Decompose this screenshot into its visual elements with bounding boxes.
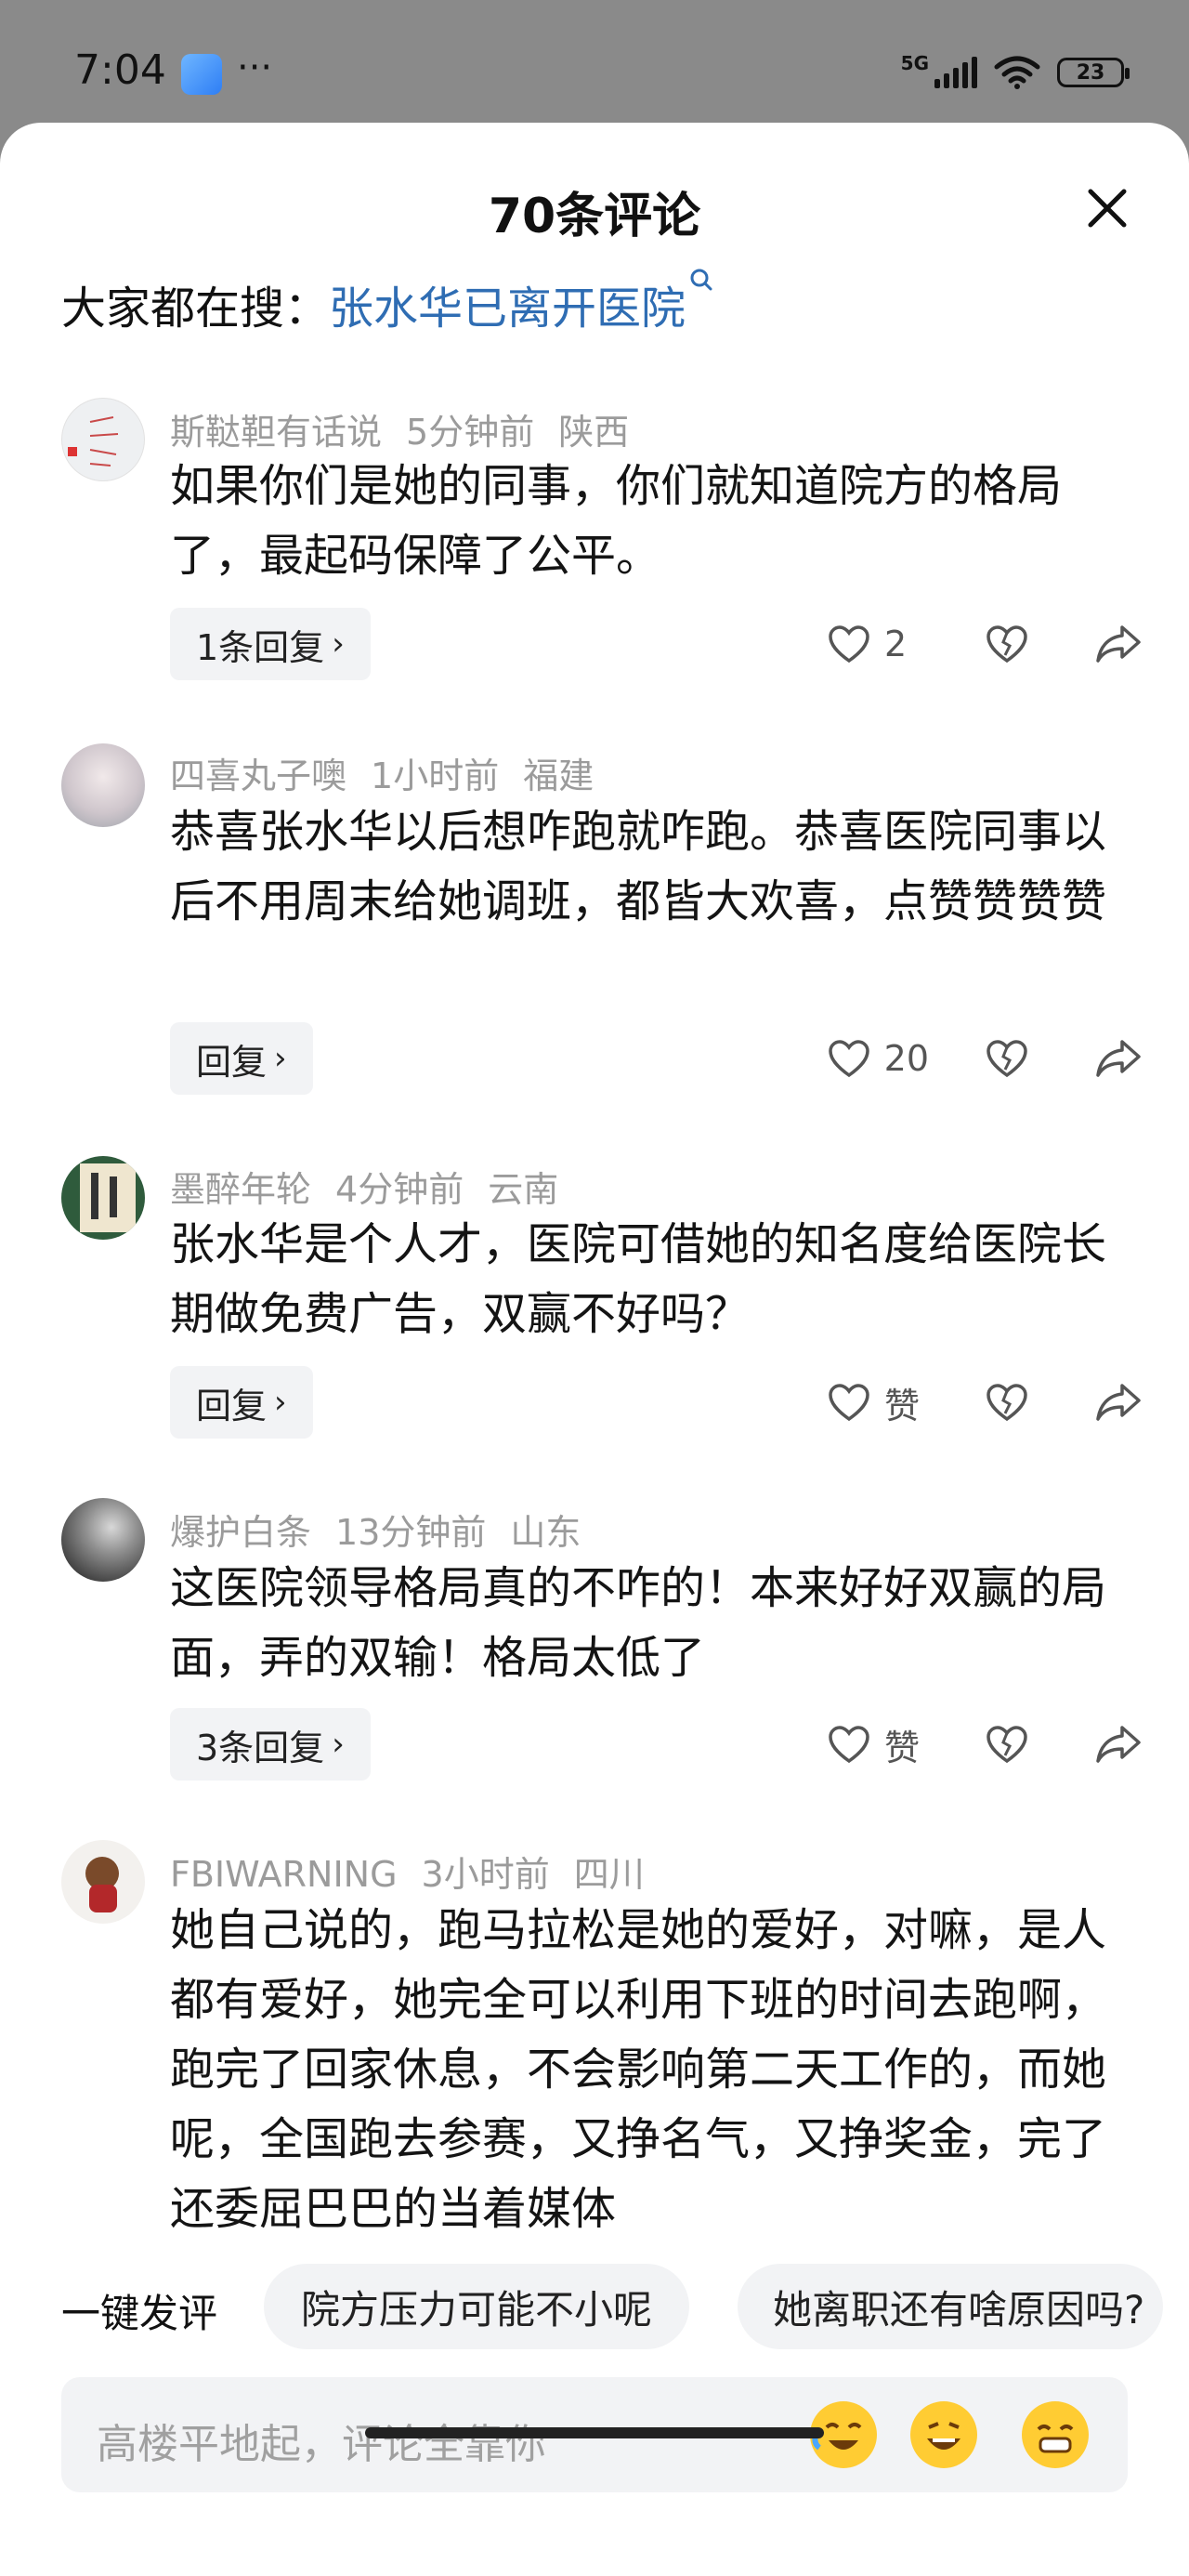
hot-search-prefix: 大家都在搜： [61,283,330,335]
comment-location: 山东 [510,1512,581,1553]
comment-actions: 20 [827,1022,1143,1095]
reply-button[interactable]: 回复 › [170,1022,313,1095]
like-count: 2 [884,624,908,664]
comment-time: 13分钟前 [335,1512,487,1553]
quick-comment-chip[interactable]: 院方压力可能不小呢 [264,2264,690,2349]
grinning-emoji-icon[interactable] [910,2401,977,2468]
comment-location: 云南 [488,1169,559,1210]
like-button[interactable]: 赞 [827,1377,929,1428]
quick-comment-bar: 一键发评 院方压力可能不小呢 她离职还有啥原因吗? [0,2260,1189,2353]
battery-icon: 23 [1057,58,1130,87]
heart-icon [829,1384,869,1422]
like-button[interactable]: 赞 [827,1719,929,1770]
chevron-right-icon: › [274,1384,287,1421]
comment-actions: 2 [827,608,1143,680]
comment-time: 3小时前 [421,1854,550,1895]
comment-meta: 斯鞑靼有话说 5分钟前 陕西 [170,403,653,454]
comment-text[interactable]: 恭喜张水华以后想咋跑就咋跑。恭喜医院同事以后不用周末给她调班，都皆大欢喜，点赞赞… [170,797,1136,937]
search-icon [690,269,712,291]
avatar[interactable] [61,1840,145,1924]
share-icon[interactable] [1094,624,1143,664]
quick-comment-label: 一键发评 [61,2291,218,2336]
more-notifications-icon: ··· [237,46,273,89]
hot-search: 大家都在搜： 张水华已离开医院 [61,269,713,336]
comment-location: 四川 [573,1854,645,1895]
beaming-emoji-icon[interactable] [1022,2401,1089,2468]
chevron-right-icon: › [332,1726,345,1763]
avatar[interactable] [61,743,145,827]
broken-heart-icon[interactable] [985,1382,1029,1423]
avatar[interactable] [61,1156,145,1240]
heart-icon [829,625,869,664]
share-icon[interactable] [1094,1724,1143,1765]
comment-text[interactable]: 她自己说的，跑马拉松是她的爱好，对嘛，是人都有爱好，她完全可以利用下班的时间去跑… [170,1896,1136,2244]
like-button[interactable]: 20 [827,1038,929,1079]
reply-label: 1条回复 [196,626,325,668]
username[interactable]: 斯鞑靼有话说 [170,412,382,453]
comment-time: 1小时前 [371,756,500,796]
comment-location: 福建 [523,756,594,796]
wifi-icon [994,56,1040,89]
view-replies-button[interactable]: 3条回复 › [170,1708,371,1781]
reply-button[interactable]: 回复 › [170,1366,313,1439]
comment-time: 4分钟前 [335,1169,464,1210]
reply-label: 回复 [196,1041,268,1083]
username[interactable]: 爆护白条 [170,1512,311,1553]
username[interactable]: 墨醉年轮 [170,1169,311,1210]
heart-icon [828,1040,869,1078]
share-icon[interactable] [1094,1038,1143,1079]
avatar[interactable] [61,1498,145,1582]
share-icon[interactable] [1094,1382,1143,1423]
broken-heart-icon[interactable] [985,1724,1029,1765]
signal-icon [934,57,977,88]
hot-search-link[interactable]: 张水华已离开医院 [329,271,686,336]
chevron-right-icon: › [274,1040,287,1077]
reply-label: 3条回复 [196,1727,325,1768]
comment-text[interactable]: 张水华是个人才，医院可借她的知名度给医院长期做免费广告，双赢不好吗？ [170,1210,1136,1349]
network-type: 5G [900,52,929,74]
username[interactable]: 四喜丸子噢 [170,756,346,796]
username[interactable]: FBIWARNING [170,1854,398,1895]
chevron-right-icon: › [332,625,345,663]
home-indicator[interactable] [365,2427,824,2438]
comment-text[interactable]: 如果你们是她的同事，你们就知道院方的格局了，最起码保障了公平。 [170,452,1136,591]
comment-sheet: 70条评论 大家都在搜： 张水华已离开医院 斯鞑靼有话说 5分钟前 陕西 如果你们是… [0,123,1189,2576]
comment-meta: 四喜丸子噢 1小时前 福建 [170,747,618,798]
like-button[interactable]: 2 [827,624,929,664]
like-count: 20 [883,1038,929,1079]
battery-level: 23 [1076,60,1105,85]
comment-actions: 赞 [827,1708,1143,1781]
quick-comment-chip[interactable]: 她离职还有啥原因吗? [738,2264,1164,2349]
close-icon[interactable] [1079,180,1135,236]
comment-text[interactable]: 这医院领导格局真的不咋的！本来好好双赢的局面，弄的双输！格局太低了 [170,1554,1136,1693]
comment-location: 陕西 [558,412,630,453]
heart-icon [829,1726,869,1764]
comment-meta: FBIWARNING 3小时前 四川 [170,1846,669,1897]
like-count: 赞 [884,1385,921,1426]
status-bar: 7:04 ··· 5G 23 [0,0,1189,123]
avatar[interactable] [61,398,145,481]
reply-label: 回复 [196,1385,268,1426]
broken-heart-icon[interactable] [985,624,1029,664]
weather-app-icon [181,54,222,95]
comment-actions: 赞 [827,1366,1143,1439]
comment-input-placeholder: 高楼平地起，评论全靠你 [97,2421,546,2468]
like-count: 赞 [884,1727,921,1768]
comment-count-title: 70条评论 [488,189,701,244]
view-replies-button[interactable]: 1条回复 › [170,608,371,680]
broken-heart-icon[interactable] [985,1038,1029,1079]
comment-meta: 墨醉年轮 4分钟前 云南 [170,1161,582,1212]
comment-meta: 爆护白条 13分钟前 山东 [170,1504,605,1555]
status-time: 7:04 [74,46,166,94]
comment-time: 5分钟前 [406,412,535,453]
